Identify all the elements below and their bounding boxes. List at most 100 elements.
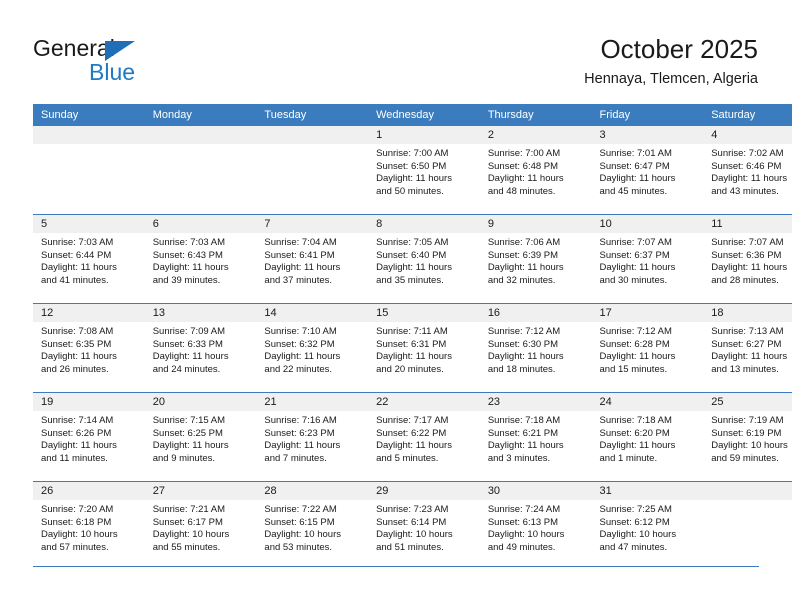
calendar-day-cell[interactable]: 18 Sunrise: 7:13 AM Sunset: 6:27 PM Dayligh…: [703, 303, 792, 393]
calendar-week-row: 19 Sunrise: 7:14 AM Sunset: 6:26 PM Dayligh…: [33, 392, 792, 482]
weekday-header-row: Sunday Monday Tuesday Wednesday Thursday…: [33, 104, 792, 126]
calendar-day-cell[interactable]: 21 Sunrise: 7:16 AM Sunset: 6:23 PM Dayligh…: [256, 392, 369, 482]
sunset-text: Sunset: 6:44 PM: [41, 249, 112, 261]
daylight-text-line2: and 45 minutes.: [599, 185, 668, 197]
sunset-text: Sunset: 6:37 PM: [599, 249, 670, 261]
day-details: Sunrise: 7:00 AM Sunset: 6:50 PM Daylight:…: [368, 144, 480, 198]
calendar-day-cell[interactable]: 6 Sunrise: 7:03 AM Sunset: 6:43 PM Daylight…: [144, 214, 257, 304]
daylight-text-line2: and 49 minutes.: [487, 541, 556, 553]
calendar-day-cell[interactable]: 31 Sunrise: 7:25 AM Sunset: 6:12 PM Dayligh…: [591, 481, 704, 570]
daylight-text-line2: and 30 minutes.: [599, 274, 668, 286]
sunrise-text: Sunrise: 7:18 AM: [487, 415, 561, 426]
day-number: 24: [591, 393, 704, 411]
calendar-day-cell[interactable]: 20 Sunrise: 7:15 AM Sunset: 6:25 PM Dayligh…: [144, 392, 257, 482]
sunrise-text: Sunrise: 7:07 AM: [599, 237, 672, 248]
calendar-day-cell[interactable]: 24 Sunrise: 7:18 AM Sunset: 6:20 PM Dayligh…: [591, 392, 704, 482]
day-details: Sunrise: 7:15 AM Sunset: 6:25 PM Daylight:…: [145, 411, 257, 465]
calendar-day-cell[interactable]: 7 Sunrise: 7:04 AM Sunset: 6:41 PM Daylight…: [256, 214, 369, 304]
day-details: Sunrise: 7:04 AM Sunset: 6:41 PM Daylight:…: [256, 233, 368, 287]
sunset-text: Sunset: 6:21 PM: [487, 427, 559, 439]
calendar-day-cell[interactable]: 15 Sunrise: 7:11 AM Sunset: 6:31 PM Dayligh…: [368, 303, 480, 393]
sunrise-text: Sunrise: 7:15 AM: [152, 415, 226, 426]
sunset-text: Sunset: 6:17 PM: [152, 516, 223, 528]
sunrise-text: Sunrise: 7:03 AM: [41, 237, 114, 248]
day-details: Sunrise: 7:11 AM Sunset: 6:31 PM Daylight:…: [368, 322, 480, 376]
sunrise-text: Sunrise: 7:00 AM: [376, 148, 449, 159]
calendar-day-cell[interactable]: 5 Sunrise: 7:03 AM Sunset: 6:44 PM Daylight…: [33, 214, 145, 304]
day-cell-content: 6 Sunrise: 7:03 AM Sunset: 6:43 PM Daylight…: [144, 215, 257, 303]
day-number: 14: [256, 304, 369, 322]
day-number: 3: [591, 126, 704, 144]
calendar-day-cell[interactable]: 10 Sunrise: 7:07 AM Sunset: 6:37 PM Dayligh…: [591, 214, 704, 304]
calendar-day-cell[interactable]: 28 Sunrise: 7:22 AM Sunset: 6:15 PM Dayligh…: [256, 481, 369, 570]
calendar-day-cell[interactable]: 2 Sunrise: 7:00 AM Sunset: 6:48 PM Daylight…: [479, 126, 592, 215]
calendar-day-cell[interactable]: 17 Sunrise: 7:12 AM Sunset: 6:28 PM Dayligh…: [591, 303, 704, 393]
calendar-day-cell[interactable]: 16 Sunrise: 7:12 AM Sunset: 6:30 PM Dayligh…: [479, 303, 592, 393]
calendar-day-cell[interactable]: 23 Sunrise: 7:18 AM Sunset: 6:21 PM Dayligh…: [479, 392, 592, 482]
sunset-text: Sunset: 6:50 PM: [376, 160, 447, 172]
calendar-day-cell[interactable]: 22 Sunrise: 7:17 AM Sunset: 6:22 PM Dayligh…: [368, 392, 480, 482]
day-number: 5: [33, 215, 145, 233]
calendar-day-cell[interactable]: 9 Sunrise: 7:06 AM Sunset: 6:39 PM Daylight…: [479, 214, 592, 304]
calendar-day-cell[interactable]: 8 Sunrise: 7:05 AM Sunset: 6:40 PM Daylight…: [368, 214, 480, 304]
sunset-text: Sunset: 6:27 PM: [711, 338, 782, 350]
sunrise-sunset-calendar-table: Sunday Monday Tuesday Wednesday Thursday…: [33, 104, 792, 570]
day-number: 28: [256, 482, 369, 500]
logo-text-general: General: [33, 35, 115, 61]
calendar-day-cell[interactable]: 12 Sunrise: 7:08 AM Sunset: 6:35 PM Dayligh…: [33, 303, 145, 393]
sunset-text: Sunset: 6:25 PM: [152, 427, 223, 439]
daylight-text-line1: Daylight: 11 hours: [264, 440, 341, 452]
daylight-text-line2: and 47 minutes.: [599, 541, 668, 553]
calendar-day-cell[interactable]: 1 Sunrise: 7:00 AM Sunset: 6:50 PM Daylight…: [368, 126, 480, 215]
daylight-text-line1: Daylight: 11 hours: [376, 262, 452, 274]
calendar-day-cell[interactable]: 29 Sunrise: 7:23 AM Sunset: 6:14 PM Dayligh…: [368, 481, 480, 570]
daylight-text-line2: and 37 minutes.: [264, 274, 333, 286]
calendar-day-cell[interactable]: 3 Sunrise: 7:01 AM Sunset: 6:47 PM Daylight…: [591, 126, 704, 215]
sunset-text: Sunset: 6:36 PM: [711, 249, 782, 261]
day-cell-content: 25 Sunrise: 7:19 AM Sunset: 6:19 PM Dayligh…: [703, 393, 792, 481]
day-cell-content: 30 Sunrise: 7:24 AM Sunset: 6:13 PM Dayligh…: [479, 482, 592, 570]
calendar-day-cell[interactable]: 11 Sunrise: 7:07 AM Sunset: 6:36 PM Dayligh…: [703, 214, 792, 304]
daylight-text-line1: Daylight: 11 hours: [376, 440, 452, 452]
day-cell-content: 22 Sunrise: 7:17 AM Sunset: 6:22 PM Dayligh…: [368, 393, 480, 481]
day-details: Sunrise: 7:22 AM Sunset: 6:15 PM Daylight:…: [256, 500, 368, 554]
day-number: 17: [591, 304, 704, 322]
day-details: Sunrise: 7:05 AM Sunset: 6:40 PM Daylight:…: [368, 233, 480, 287]
daylight-text-line1: Daylight: 10 hours: [41, 529, 118, 541]
sunrise-text: Sunrise: 7:08 AM: [41, 326, 114, 337]
day-details: Sunrise: 7:24 AM Sunset: 6:13 PM Daylight:…: [480, 500, 592, 554]
sunset-text: Sunset: 6:33 PM: [152, 338, 223, 350]
sunrise-text: Sunrise: 7:04 AM: [264, 237, 337, 248]
day-cell-content: 3 Sunrise: 7:01 AM Sunset: 6:47 PM Daylight…: [591, 126, 704, 214]
calendar-day-cell[interactable]: 14 Sunrise: 7:10 AM Sunset: 6:32 PM Dayligh…: [256, 303, 369, 393]
calendar-day-cell[interactable]: 19 Sunrise: 7:14 AM Sunset: 6:26 PM Dayligh…: [33, 392, 145, 482]
sunset-text: Sunset: 6:28 PM: [599, 338, 670, 350]
day-details: Sunrise: 7:08 AM Sunset: 6:35 PM Daylight:…: [33, 322, 145, 376]
day-number: 7: [256, 215, 369, 233]
sunset-text: Sunset: 6:23 PM: [264, 427, 335, 439]
sunset-text: Sunset: 6:30 PM: [487, 338, 559, 350]
calendar-page: General Blue October 2025 Hennaya, Tlemc…: [0, 0, 792, 612]
daylight-text-line2: and 51 minutes.: [376, 541, 444, 553]
calendar-day-cell[interactable]: 30 Sunrise: 7:24 AM Sunset: 6:13 PM Dayligh…: [479, 481, 592, 570]
day-cell-content: 28 Sunrise: 7:22 AM Sunset: 6:15 PM Dayligh…: [256, 482, 369, 570]
calendar-day-cell[interactable]: 13 Sunrise: 7:09 AM Sunset: 6:33 PM Dayligh…: [144, 303, 257, 393]
day-cell-content: [703, 482, 792, 570]
day-number: 12: [33, 304, 145, 322]
sunset-text: Sunset: 6:43 PM: [152, 249, 223, 261]
day-number: 21: [256, 393, 369, 411]
day-number: 31: [591, 482, 704, 500]
calendar-day-cell[interactable]: 26 Sunrise: 7:20 AM Sunset: 6:18 PM Dayligh…: [33, 481, 145, 570]
day-number: 6: [144, 215, 257, 233]
day-number: 13: [144, 304, 257, 322]
page-title: October 2025: [600, 34, 758, 64]
daylight-text-line1: Daylight: 10 hours: [487, 529, 565, 541]
day-number: 8: [368, 215, 480, 233]
calendar-day-cell[interactable]: 4 Sunrise: 7:02 AM Sunset: 6:46 PM Daylight…: [703, 126, 792, 215]
daylight-text-line1: Daylight: 11 hours: [41, 351, 117, 363]
general-blue-logo[interactable]: General Blue: [33, 36, 233, 86]
weekday-header-tuesday: Tuesday: [256, 104, 369, 126]
calendar-day-cell[interactable]: 25 Sunrise: 7:19 AM Sunset: 6:19 PM Dayligh…: [703, 392, 792, 482]
calendar-day-cell[interactable]: 27 Sunrise: 7:21 AM Sunset: 6:17 PM Dayligh…: [144, 481, 257, 570]
day-cell-content: [33, 126, 145, 214]
